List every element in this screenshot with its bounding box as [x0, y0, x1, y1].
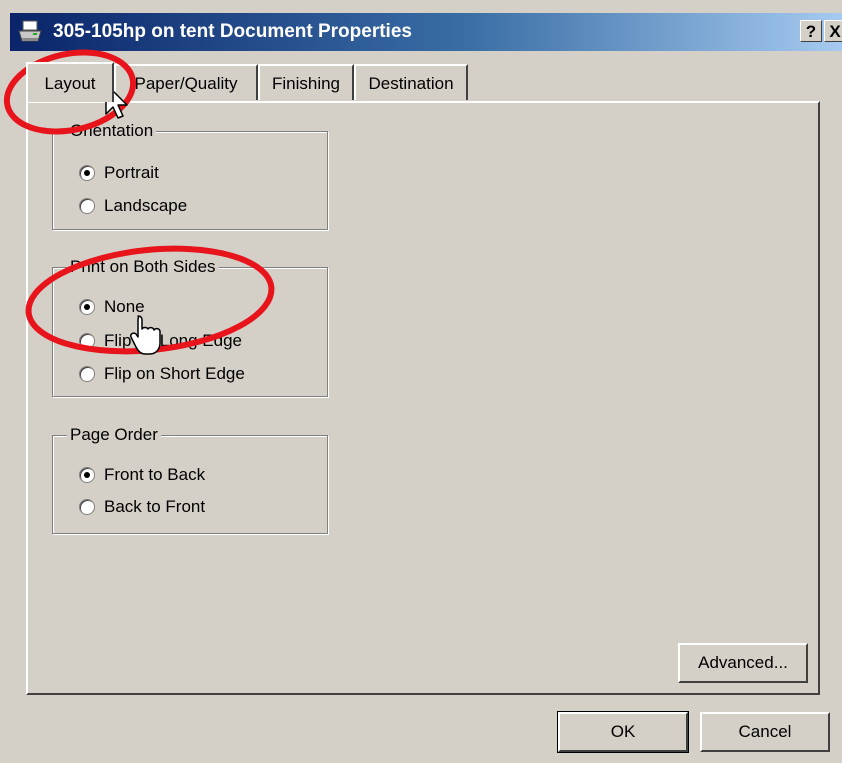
document-properties-dialog: 305-105hp on tent Document Properties ? … [0, 0, 842, 763]
duplex-none-option[interactable]: None [79, 294, 145, 320]
orientation-group: Orientation Portrait Landscape [52, 120, 328, 230]
title-bar[interactable]: 305-105hp on tent Document Properties ? … [10, 13, 842, 51]
portrait-radio[interactable] [79, 165, 95, 181]
back-to-front-radio[interactable] [79, 499, 95, 515]
print-on-both-sides-group: Print on Both Sides None Flip on Long Ed… [52, 256, 328, 397]
advanced-button[interactable]: Advanced... [678, 643, 808, 683]
page-order-group-label: Page Order [67, 424, 161, 446]
cancel-button[interactable]: Cancel [700, 712, 830, 752]
flip-short-edge-radio[interactable] [79, 366, 95, 382]
flip-short-edge-label: Flip on Short Edge [104, 364, 245, 383]
tab-layout[interactable]: Layout [26, 62, 114, 102]
flip-long-edge-option[interactable]: Flip on Long Edge [79, 328, 242, 354]
print-on-both-sides-label: Print on Both Sides [67, 256, 219, 278]
printer-icon [18, 20, 42, 42]
landscape-radio[interactable] [79, 198, 95, 214]
help-button[interactable]: ? [800, 20, 822, 42]
page-order-group: Page Order Front to Back Back to Front [52, 424, 328, 534]
portrait-option[interactable]: Portrait [79, 160, 159, 186]
close-button[interactable]: X [824, 20, 842, 42]
window-title: 305-105hp on tent Document Properties [53, 21, 412, 42]
back-to-front-option[interactable]: Back to Front [79, 494, 205, 520]
orientation-group-label: Orientation [67, 120, 157, 142]
portrait-label: Portrait [104, 163, 159, 182]
tab-paper-quality[interactable]: Paper/Quality [114, 64, 258, 100]
tab-destination[interactable]: Destination [354, 64, 468, 100]
front-to-back-label: Front to Back [104, 465, 206, 484]
duplex-none-label: None [104, 297, 145, 316]
ok-button[interactable]: OK [557, 711, 689, 753]
flip-long-edge-label: Flip on Long Edge [104, 331, 242, 350]
landscape-label: Landscape [104, 196, 188, 215]
flip-short-edge-option[interactable]: Flip on Short Edge [79, 361, 245, 387]
landscape-option[interactable]: Landscape [79, 193, 187, 219]
back-to-front-label: Back to Front [104, 497, 206, 516]
flip-long-edge-radio[interactable] [79, 333, 95, 349]
front-to-back-radio[interactable] [79, 467, 95, 483]
tab-finishing[interactable]: Finishing [258, 64, 354, 100]
front-to-back-option[interactable]: Front to Back [79, 462, 205, 488]
duplex-none-radio[interactable] [79, 299, 95, 315]
